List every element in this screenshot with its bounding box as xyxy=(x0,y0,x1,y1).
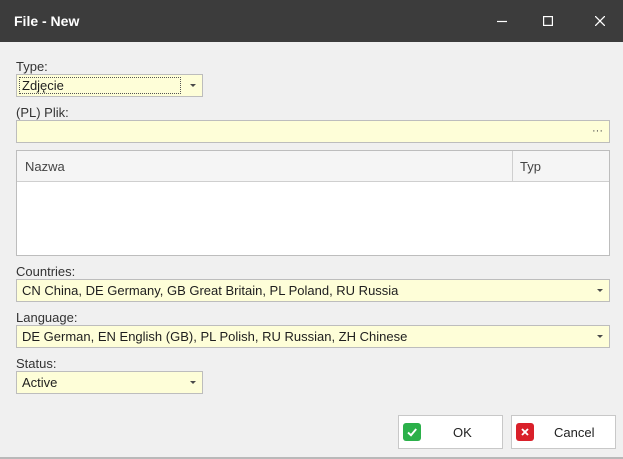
grid-header: Nazwa Typ xyxy=(17,151,609,182)
cancel-label: Cancel xyxy=(554,425,595,440)
maximize-button[interactable] xyxy=(525,0,571,42)
type-value: Zdjęcie xyxy=(22,78,64,93)
x-icon xyxy=(516,423,534,441)
check-icon xyxy=(403,423,421,441)
file-label: (PL) Plik: xyxy=(16,105,69,120)
status-label: Status: xyxy=(16,356,57,371)
countries-dropdown[interactable]: CN China, DE Germany, GB Great Britain, … xyxy=(16,279,610,302)
column-header-nazwa[interactable]: Nazwa xyxy=(25,159,65,175)
close-button[interactable] xyxy=(577,0,623,42)
type-label: Type: xyxy=(16,59,48,74)
cancel-button[interactable]: Cancel xyxy=(511,415,616,449)
close-icon xyxy=(595,16,605,26)
type-dropdown[interactable]: Zdjęcie xyxy=(16,74,203,97)
minimize-icon xyxy=(497,20,507,23)
countries-label: Countries: xyxy=(16,264,76,279)
language-label: Language: xyxy=(16,310,78,325)
status-value: Active xyxy=(22,375,58,390)
dialog-body: Type: Zdjęcie (PL) Plik: ··· Nazwa Typ C… xyxy=(0,42,623,459)
window-title: File - New xyxy=(14,13,80,29)
ok-button[interactable]: OK xyxy=(398,415,503,449)
column-header-typ[interactable]: Typ xyxy=(520,159,541,175)
maximize-icon xyxy=(543,16,553,26)
items-grid[interactable]: Nazwa Typ xyxy=(16,150,610,256)
browse-button[interactable]: ··· xyxy=(592,123,603,139)
chevron-down-icon[interactable] xyxy=(184,372,202,393)
minimize-button[interactable] xyxy=(479,0,525,42)
ok-label: OK xyxy=(453,425,472,440)
chevron-down-icon[interactable] xyxy=(591,326,609,347)
countries-value: CN China, DE Germany, GB Great Britain, … xyxy=(22,283,399,298)
chevron-down-icon[interactable] xyxy=(184,75,202,96)
language-value: DE German, EN English (GB), PL Polish, R… xyxy=(22,329,408,344)
chevron-down-icon[interactable] xyxy=(591,280,609,301)
language-dropdown[interactable]: DE German, EN English (GB), PL Polish, R… xyxy=(16,325,610,348)
file-field[interactable]: ··· xyxy=(16,120,610,143)
title-bar: File - New xyxy=(0,0,623,42)
status-dropdown[interactable]: Active xyxy=(16,371,203,394)
column-divider xyxy=(512,151,513,182)
